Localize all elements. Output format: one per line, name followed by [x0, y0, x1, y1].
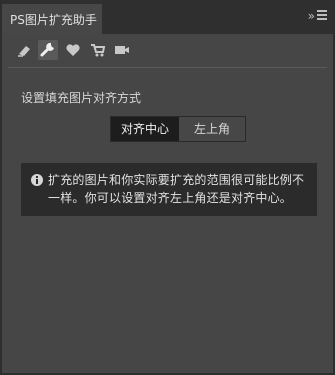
video-camera-icon[interactable] — [112, 40, 132, 60]
align-center-button[interactable]: 对齐中心 — [111, 117, 179, 141]
alignment-toggle: 对齐中心 左上角 — [110, 116, 246, 142]
eraser-icon[interactable] — [15, 40, 35, 60]
info-text: 扩充的图片和你实际要扩充的范围很可能比例不一样。你可以设置对齐左上角还是对齐中心… — [48, 173, 305, 205]
info-box: 扩充的图片和你实际要扩充的范围很可能比例不一样。你可以设置对齐左上角还是对齐中心… — [21, 163, 317, 216]
toolbar-divider — [8, 67, 327, 68]
panel-title-bar: PS图片扩充助手 » — [2, 0, 333, 34]
plugin-panel: PS图片扩充助手 » 设置填充图片对齐方式 对齐中心 左上角 扩充的图片和你实际… — [0, 0, 335, 375]
fill-alignment-label: 设置填充图片对齐方式 — [21, 91, 142, 105]
hamburger-menu-icon[interactable] — [316, 7, 328, 23]
wrench-icon[interactable] — [38, 40, 58, 60]
heart-icon[interactable] — [63, 40, 83, 60]
toolbar — [2, 34, 333, 67]
align-top-left-button[interactable]: 左上角 — [179, 117, 245, 141]
panel-tab[interactable]: PS图片扩充助手 — [2, 4, 102, 34]
collapse-panel-button[interactable]: » — [308, 9, 315, 23]
panel-title: PS图片扩充助手 — [10, 13, 97, 27]
info-icon — [31, 174, 43, 186]
cart-icon[interactable] — [88, 40, 108, 60]
